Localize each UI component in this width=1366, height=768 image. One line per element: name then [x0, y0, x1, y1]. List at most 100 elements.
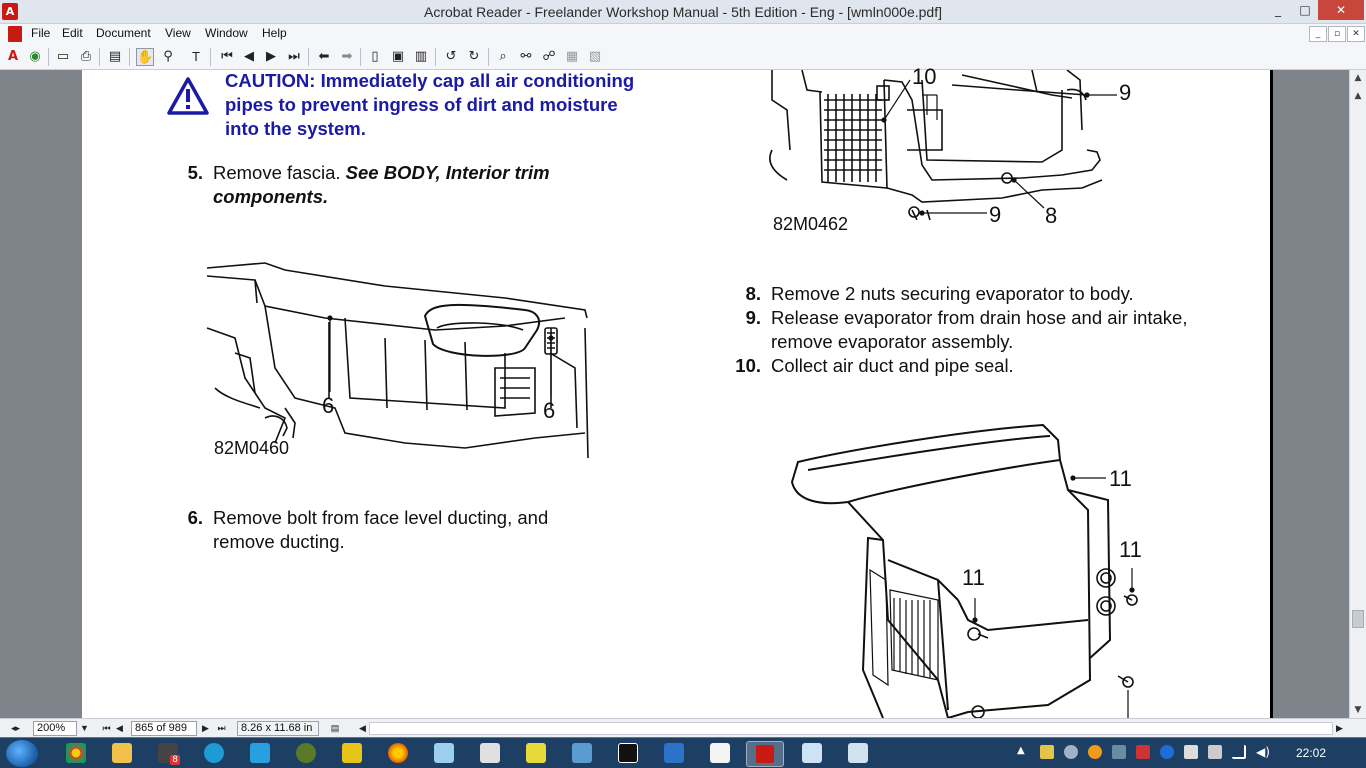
go-back-icon[interactable]: ⬅ [315, 48, 333, 66]
page-up-icon[interactable]: ▲ [1351, 88, 1365, 104]
search-app-icon[interactable] [204, 743, 224, 763]
step-text: Collect air duct and pipe seal. [771, 355, 1014, 376]
split-icon[interactable]: ◂▸ [10, 721, 21, 736]
tray-app3-icon[interactable] [1088, 745, 1102, 759]
vertical-scrollbar[interactable]: ▲ ▲ ▼ [1349, 70, 1366, 718]
tray-app4-icon[interactable] [1112, 745, 1126, 759]
doc-restore-button[interactable]: ▫ [1328, 26, 1346, 42]
step-number: 6. [187, 507, 203, 528]
step-text: Remove bolt from face level ducting, and… [213, 507, 549, 552]
network-app-icon[interactable] [480, 743, 500, 763]
web-search-icon[interactable]: ☍ [540, 48, 558, 66]
figure-fascia-leaders [327, 315, 554, 396]
close-button[interactable]: ✕ [1318, 0, 1364, 20]
bluetooth-icon[interactable] [1160, 745, 1174, 759]
notepad-icon[interactable] [848, 743, 868, 763]
figure-code-82M0460: 82M0460 [214, 438, 290, 458]
diamond-app-icon[interactable] [664, 743, 684, 763]
fit-page-icon[interactable]: ▣ [389, 48, 407, 66]
battery-icon[interactable] [1208, 745, 1222, 759]
action-center-icon[interactable] [1184, 745, 1198, 759]
window-app-icon[interactable] [802, 743, 822, 763]
show-navigation-icon[interactable]: ▤ [106, 48, 124, 66]
save-copy-icon[interactable]: ◉ [26, 48, 44, 66]
go-forward-icon[interactable]: ➡ [338, 48, 356, 66]
previous-page-icon[interactable]: ◀ [240, 48, 258, 66]
next-page-status-icon[interactable]: ▶ [200, 721, 211, 736]
chrome-icon[interactable] [66, 743, 86, 763]
tray-app5-icon[interactable] [1136, 745, 1150, 759]
last-page-icon[interactable]: ⏭ [285, 48, 303, 66]
rotate-cw-icon[interactable]: ↻ [465, 48, 483, 66]
menu-edit[interactable]: Edit [62, 26, 83, 40]
daemon-tools-icon[interactable] [618, 743, 638, 763]
acrobat-task-icon[interactable] [746, 741, 784, 767]
hscroll-right-icon[interactable]: ▶ [1334, 721, 1345, 736]
callout-11c: 11 [962, 565, 985, 590]
read-out-icon[interactable]: ▧ [586, 48, 604, 66]
zoom-tool-icon[interactable]: ⚲ [159, 48, 177, 66]
scroll-up-icon[interactable]: ▲ [1351, 70, 1365, 86]
first-page-icon[interactable]: ⏮ [218, 48, 236, 66]
menu-window[interactable]: Window [205, 26, 248, 40]
page-layout-icon[interactable]: ▤ [327, 721, 343, 736]
eBook-icon[interactable]: ▦ [563, 48, 581, 66]
scroll-thumb[interactable] [1352, 610, 1364, 628]
kodi-icon[interactable] [250, 743, 270, 763]
minimize-button[interactable]: _ [1264, 0, 1292, 20]
page-number-field[interactable]: 865 of 989 [131, 721, 197, 736]
fit-width-icon[interactable]: ▥ [412, 48, 430, 66]
menu-help[interactable]: Help [262, 26, 287, 40]
document-icon[interactable] [8, 26, 22, 42]
first-page-status-icon[interactable]: ⏮ [101, 721, 112, 736]
step-6: 6. Remove bolt from face level ducting, … [188, 506, 613, 554]
actual-size-icon[interactable]: ▯ [366, 48, 384, 66]
acrobat-logo-icon[interactable]: A [4, 48, 22, 66]
step-9: 9. Release evaporator from drain hose an… [746, 306, 1191, 354]
hscroll-left-icon[interactable]: ◀ [357, 721, 368, 736]
file-explorer-icon[interactable] [112, 743, 132, 763]
tray-expand-icon[interactable]: ▲ [1017, 745, 1031, 759]
zoom-field[interactable]: 200% [33, 721, 77, 736]
firefox-icon[interactable] [388, 743, 408, 763]
tool-app-icon[interactable] [526, 743, 546, 763]
next-page-icon[interactable]: ▶ [262, 48, 280, 66]
doc-minimize-button[interactable]: _ [1309, 26, 1327, 42]
previous-page-status-icon[interactable]: ◀ [114, 721, 125, 736]
maximize-button[interactable]: □ [1292, 0, 1318, 20]
text-select-icon[interactable]: T [187, 48, 205, 66]
menu-file[interactable]: File [31, 26, 50, 40]
hand-tool-icon[interactable]: ✋ [136, 48, 154, 66]
toolbar: A ◉ ▭ ⎙ ▤ ✋ ⚲ T ⏮ ◀ ▶ ⏭ ⬅ ➡ ▯ ▣ ▥ ↺ ↻ ⌕ … [0, 44, 1366, 70]
find-icon[interactable]: ⌕ [494, 48, 512, 66]
tray-app1-icon[interactable] [1040, 745, 1054, 759]
step-8: 8. Remove 2 nuts securing evaporator to … [746, 282, 1191, 306]
remote-app-icon[interactable] [572, 743, 592, 763]
print-icon[interactable]: ⎙ [77, 48, 95, 66]
last-page-status-icon[interactable]: ⏭ [216, 721, 227, 736]
wifi-signal-icon[interactable] [1232, 745, 1246, 759]
horizontal-scrollbar[interactable] [369, 722, 1333, 735]
tray-app2-icon[interactable] [1064, 745, 1078, 759]
step-number: 8. [745, 283, 761, 304]
app-badge-icon[interactable]: 8 [158, 743, 180, 765]
clock[interactable]: 22:02 [1296, 746, 1326, 760]
search-icon[interactable]: ⚯ [517, 48, 535, 66]
title-bar: A Acrobat Reader - Freelander Workshop M… [0, 0, 1366, 24]
start-button[interactable] [6, 740, 38, 767]
doc-close-button[interactable]: ✕ [1347, 26, 1365, 42]
cube-app-icon[interactable] [434, 743, 454, 763]
open-icon[interactable]: ▭ [54, 48, 72, 66]
acrobat-window: A Acrobat Reader - Freelander Workshop M… [0, 0, 1366, 768]
media-app-icon[interactable] [342, 743, 362, 763]
menu-bar: File Edit Document View Window Help _ ▫ … [0, 24, 1366, 44]
document-app-icon[interactable] [710, 743, 730, 763]
menu-view[interactable]: View [165, 26, 191, 40]
scroll-down-icon[interactable]: ▼ [1351, 702, 1365, 718]
zoom-dropdown-icon[interactable]: ▼ [79, 721, 90, 736]
menu-document[interactable]: Document [96, 26, 151, 40]
callout-11a: 11 [1109, 466, 1132, 491]
globe-app-icon[interactable] [296, 743, 316, 763]
rotate-ccw-icon[interactable]: ↺ [442, 48, 460, 66]
volume-icon[interactable]: ◀) [1256, 745, 1270, 759]
